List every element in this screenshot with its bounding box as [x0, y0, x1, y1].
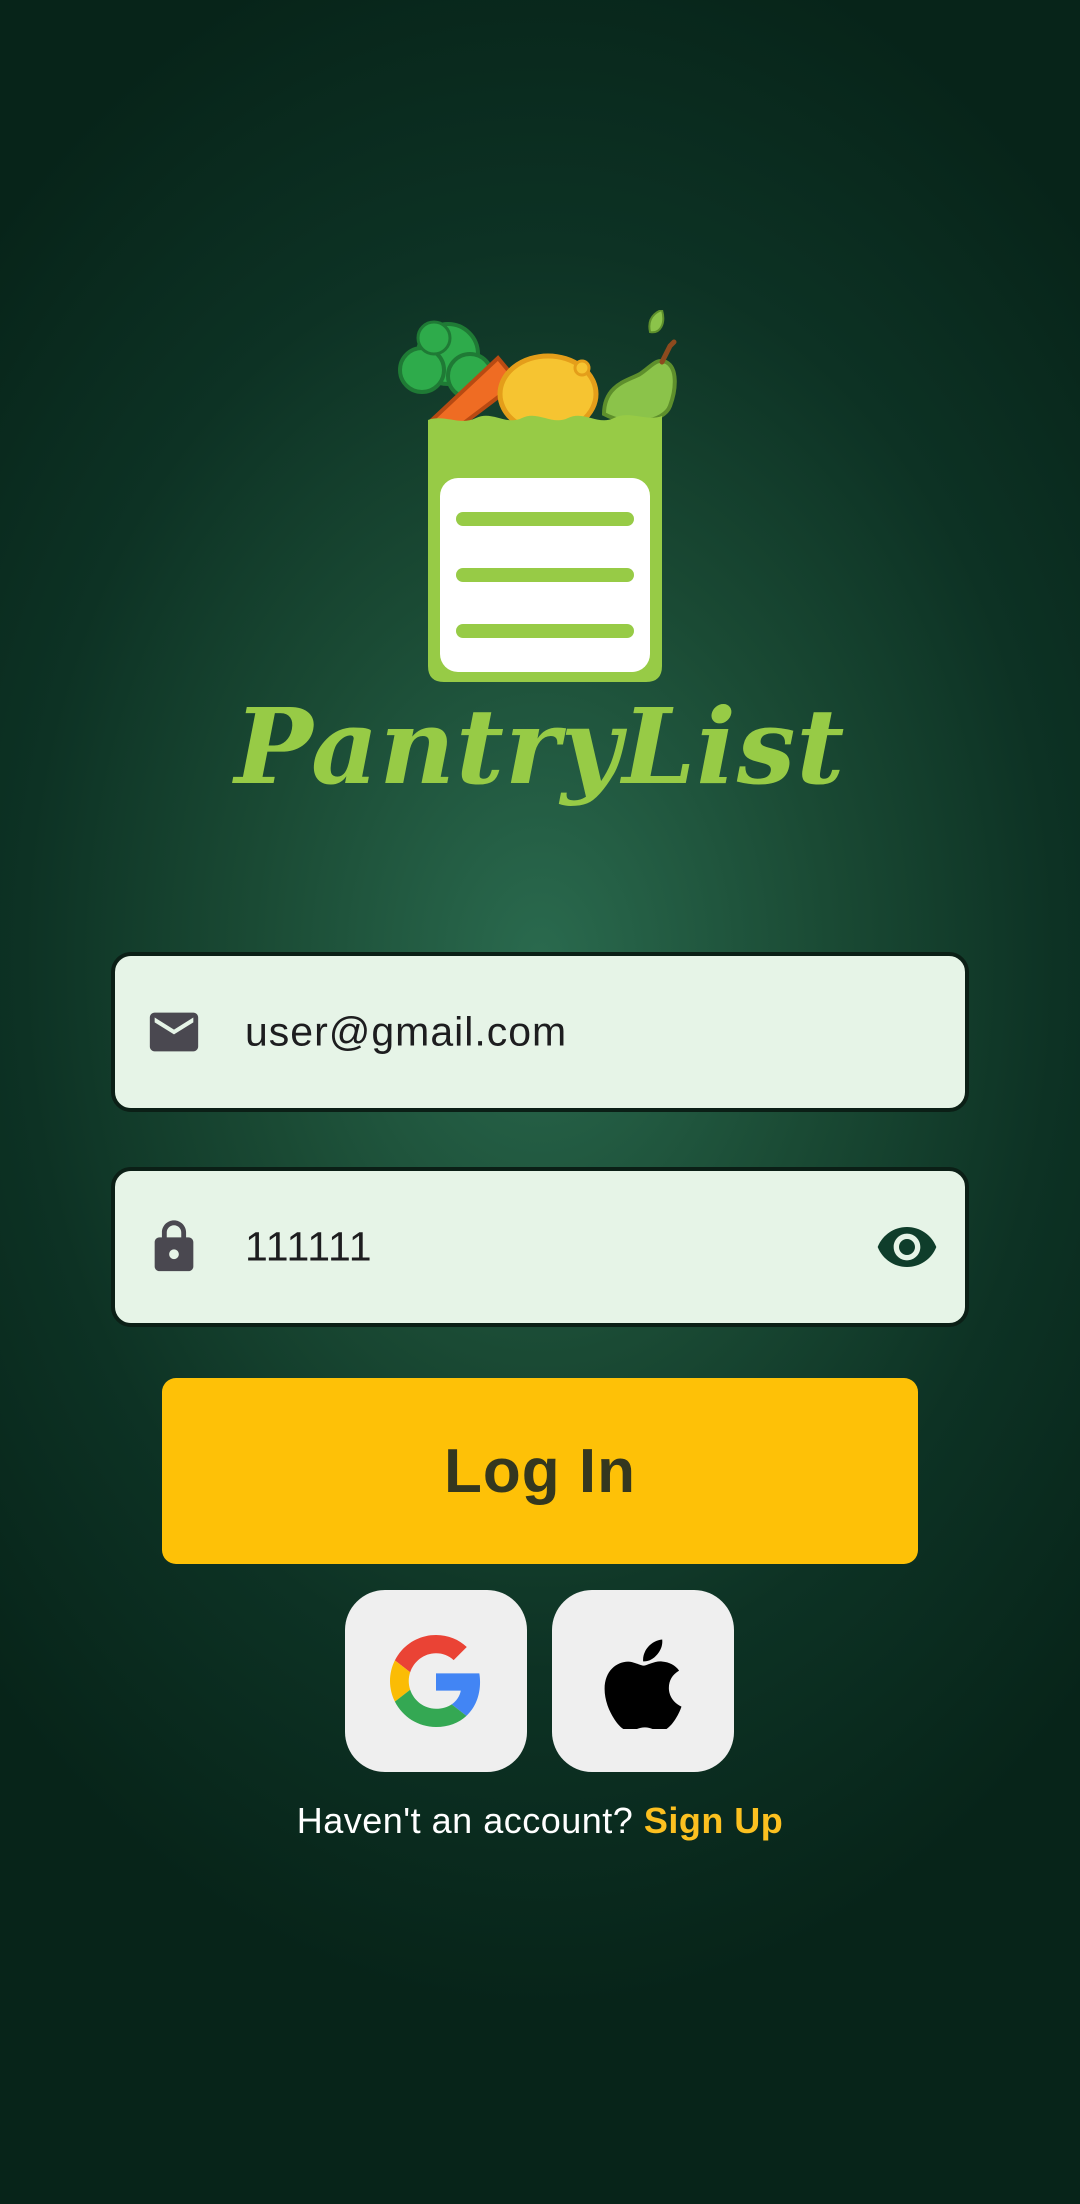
signup-link[interactable]: Sign Up: [644, 1800, 783, 1841]
bag-icon: [428, 415, 662, 682]
lock-icon: [154, 1220, 194, 1272]
signup-row: Haven't an account? Sign Up: [0, 1800, 1080, 1842]
email-icon: [149, 1012, 199, 1052]
app-logo: PantryList: [200, 308, 880, 870]
signup-prompt: Haven't an account?: [296, 1800, 634, 1841]
pear-icon: [601, 308, 677, 424]
apple-login-button[interactable]: [552, 1590, 734, 1772]
eye-icon[interactable]: [875, 1215, 939, 1279]
email-input[interactable]: [245, 1008, 805, 1056]
email-field[interactable]: [111, 952, 969, 1112]
apple-icon: [604, 1639, 682, 1729]
grocery-bag-icon: [398, 308, 677, 682]
google-icon: [390, 1635, 481, 1727]
app-name: PantryList: [234, 685, 846, 808]
password-input[interactable]: [245, 1223, 805, 1271]
password-field[interactable]: [111, 1167, 969, 1327]
login-button[interactable]: Log In: [162, 1378, 918, 1564]
google-login-button[interactable]: [345, 1590, 527, 1772]
